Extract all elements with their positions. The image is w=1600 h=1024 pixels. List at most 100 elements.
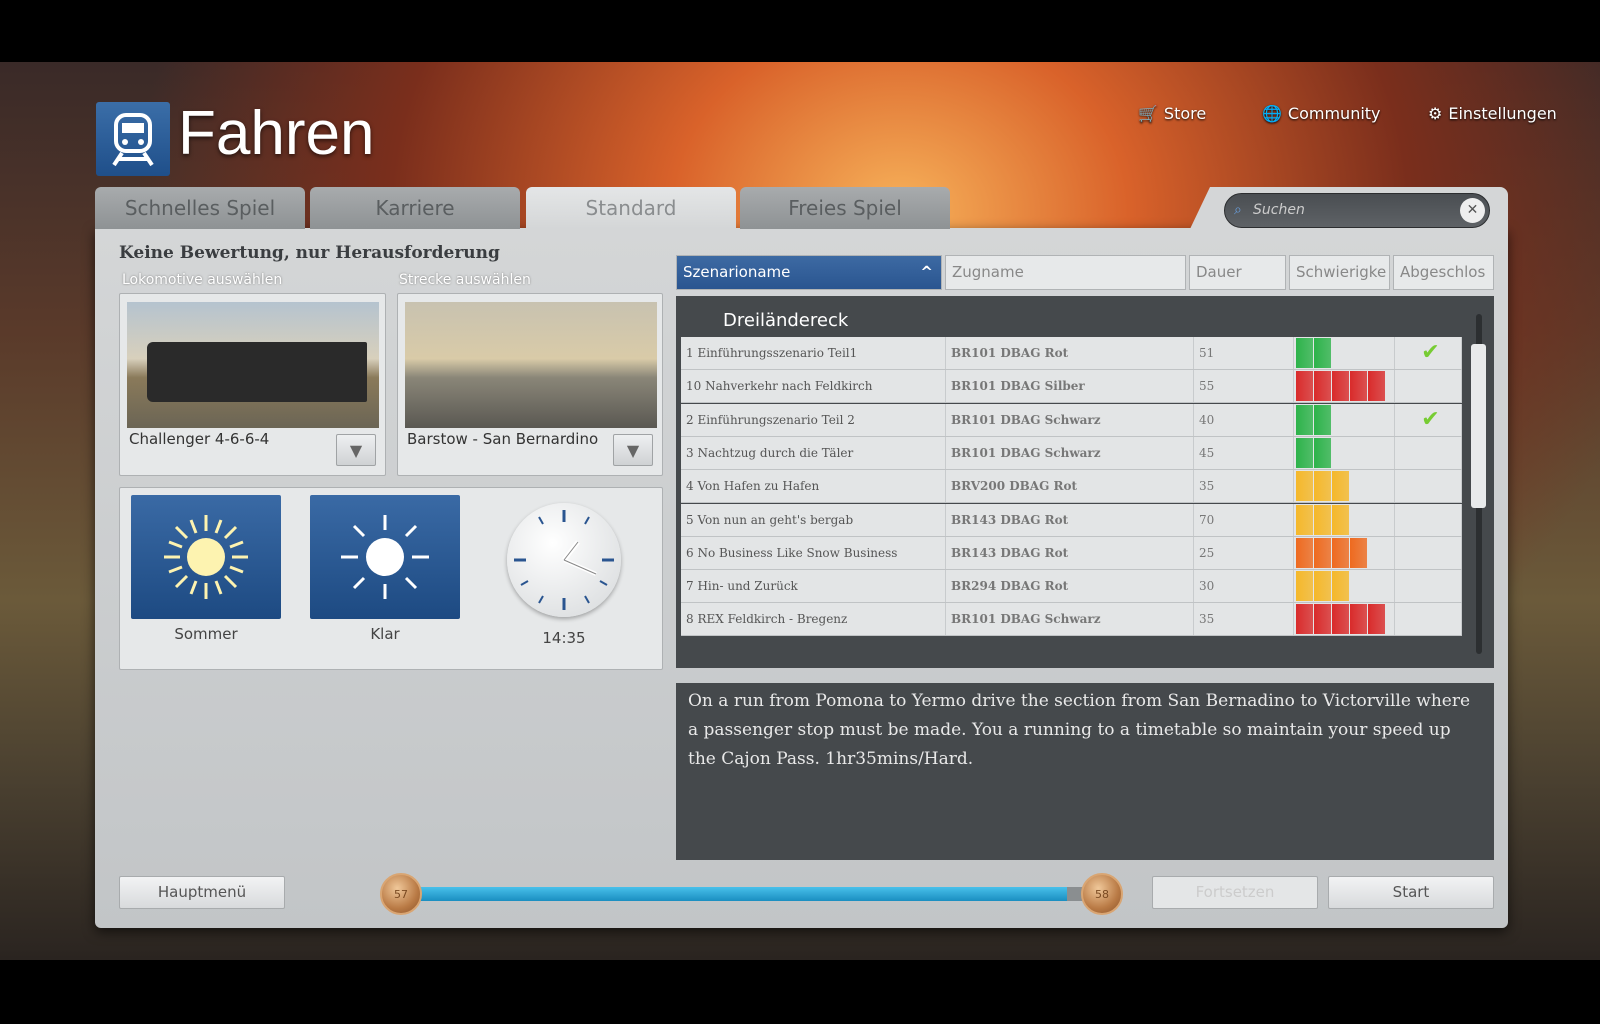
table-row[interactable]: 1 Einführungsszenario Teil1 BR101 DBAG Ro… [681,337,1462,370]
start-button[interactable]: Start [1328,876,1494,909]
weather-button[interactable] [310,495,460,619]
tab-standard[interactable]: Standard [526,187,736,229]
train-name: BR101 DBAG Silber [946,370,1194,403]
loco-label: Lokomotive auswählen [122,272,283,288]
cart-icon: 🛒 [1138,104,1158,123]
difficulty [1294,370,1395,403]
difficulty-segment [1296,404,1313,435]
nav-settings[interactable]: ⚙ Einstellungen [1428,104,1557,123]
route-image [405,302,657,428]
difficulty-segment [1314,371,1331,402]
train-name: BR101 DBAG Schwarz [946,436,1194,469]
difficulty-segment [1296,471,1313,502]
table-row[interactable]: 8 REX Feldkirch - Bregenz BR101 DBAG Schw… [681,603,1462,637]
completed-cell: ✔ [1395,403,1462,436]
duration: 40 [1194,403,1294,436]
page-title: Fahren [178,99,375,168]
difficulty-segment [1350,537,1367,568]
table-row[interactable]: 10 Nahverkehr nach Feldkirch BR101 DBAG S… [681,370,1462,404]
train-name: BR101 DBAG Schwarz [946,603,1194,636]
level-current: 57 [394,887,408,901]
difficulty [1294,337,1395,369]
scenario-name: 2 Einführungszenario Teil 2 [681,403,946,436]
search-input[interactable]: ⌕ Suchen ✕ [1224,193,1490,228]
difficulty-segment [1332,504,1349,535]
tab-schnelles-spiel[interactable]: Schnelles Spiel [95,187,305,229]
completed-cell [1395,370,1462,403]
difficulty [1294,436,1395,469]
duration: 45 [1194,436,1294,469]
difficulty-segment [1368,371,1385,402]
table-row[interactable]: 2 Einführungszenario Teil 2 BR101 DBAG Sc… [681,403,1462,437]
scrollbar-thumb[interactable] [1471,344,1486,508]
difficulty-segment [1350,371,1367,402]
mode-heading: Keine Bewertung, nur Herausforderung [119,243,500,263]
clear-search-icon[interactable]: ✕ [1460,198,1485,223]
column-header-train[interactable]: Zugname [945,255,1186,290]
route-name: Barstow - San Bernardino [407,430,599,448]
difficulty-segment [1332,371,1349,402]
difficulty-segment [1368,604,1385,635]
conditions-panel: Sommer Klar 14:35 [119,487,663,670]
duration: 25 [1194,536,1294,569]
tab-karriere[interactable]: Karriere [310,187,520,229]
difficulty-segment [1314,437,1331,468]
column-header-difficulty[interactable]: Schwierigke [1289,255,1390,290]
clear-weather-icon [341,515,429,599]
scenario-table: Dreiländereck 1 Einführungsszenario Teil… [676,296,1494,668]
nav-community[interactable]: 🌐 Community [1262,104,1381,123]
column-header-duration[interactable]: Dauer [1189,255,1286,290]
table-row[interactable]: 6 No Business Like Snow Business BR143 DB… [681,536,1462,570]
table-row[interactable]: 7 Hin- und Zurück BR294 DBAG Rot 30 [681,570,1462,604]
level-next: 58 [1095,887,1109,901]
scenario-name: 5 Von nun an geht's bergab [681,503,946,536]
difficulty [1294,536,1395,569]
continue-button[interactable]: Fortsetzen [1152,876,1318,909]
table-row[interactable]: 5 Von nun an geht's bergab BR143 DBAG Rot… [681,503,1462,537]
nav-label: Einstellungen [1448,104,1557,123]
column-header-scenario[interactable]: Szenarioname ^ [676,255,942,290]
completed-cell [1395,570,1462,603]
loco-card[interactable]: Challenger 4-6-6-4 ▼ [119,293,386,476]
difficulty-segment [1296,338,1313,368]
train-name: BR143 DBAG Rot [946,536,1194,569]
difficulty [1294,470,1395,503]
train-name: BR101 DBAG Schwarz [946,403,1194,436]
difficulty [1294,503,1395,536]
check-icon: ✔ [1421,406,1440,432]
level-current-medal: 57 [380,873,422,915]
gears-icon: ⚙ [1428,104,1443,123]
column-label: Szenarioname [683,263,791,281]
completed-cell [1395,536,1462,569]
difficulty-segment [1296,371,1313,402]
difficulty-segment [1332,471,1349,502]
difficulty-segment [1296,604,1313,635]
nav-store[interactable]: 🛒 Store [1138,104,1206,123]
difficulty-segment [1296,504,1313,535]
completed-cell: ✔ [1395,337,1462,369]
table-row[interactable]: 4 Von Hafen zu Hafen BRV200 DBAG Rot 35 [681,470,1462,504]
duration: 55 [1194,370,1294,403]
time-label: 14:35 [542,629,586,647]
loco-filter-button[interactable]: ▼ [336,434,376,466]
main-menu-button[interactable]: Hauptmenü [119,876,285,909]
difficulty-segment [1314,404,1331,435]
train-logo-icon [96,102,170,176]
column-header-completed[interactable]: Abgeschlos [1393,255,1494,290]
clock-icon[interactable] [507,503,621,617]
difficulty [1294,603,1395,636]
group-title: Dreiländereck [723,310,849,331]
tab-freies-spiel[interactable]: Freies Spiel [740,187,950,229]
completed-cell [1395,603,1462,636]
route-filter-button[interactable]: ▼ [613,434,653,466]
train-name: BR294 DBAG Rot [946,570,1194,603]
filter-icon: ▼ [349,440,363,460]
difficulty-segment [1314,571,1331,602]
season-button[interactable] [131,495,281,619]
duration: 35 [1194,470,1294,503]
difficulty-segment [1296,437,1313,468]
table-row[interactable]: 3 Nachtzug durch die Täler BR101 DBAG Sch… [681,436,1462,470]
search-icon: ⌕ [1234,202,1242,218]
route-card[interactable]: Barstow - San Bernardino ▼ [397,293,663,476]
scenario-name: 8 REX Feldkirch - Bregenz [681,603,946,636]
